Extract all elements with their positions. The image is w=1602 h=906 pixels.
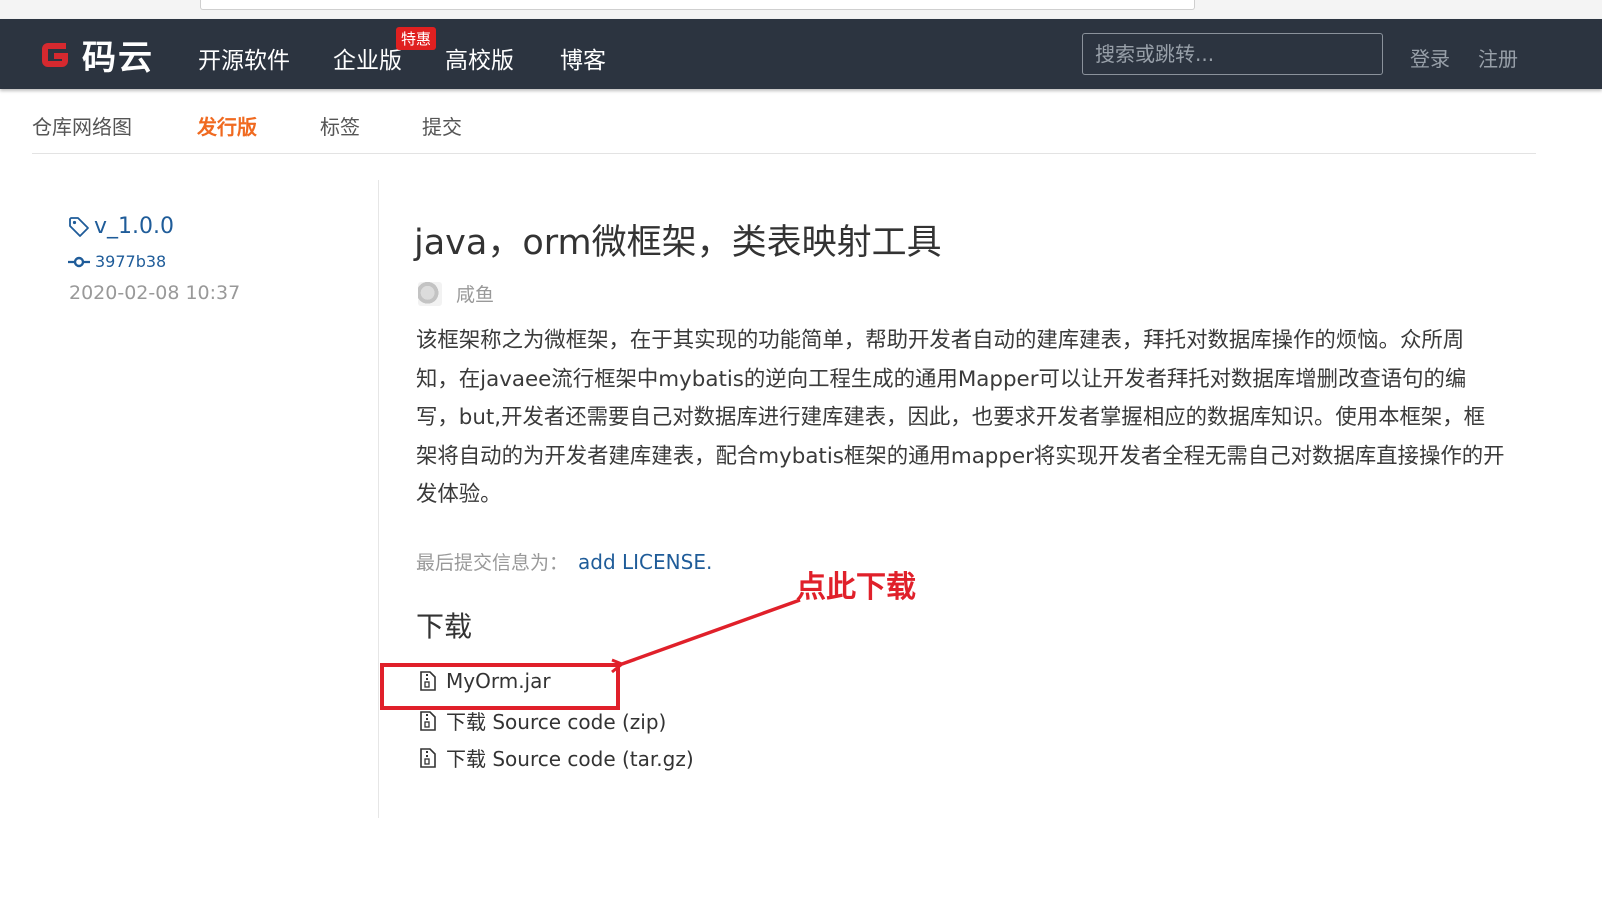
tab-commits[interactable]: 提交: [422, 111, 462, 140]
file-zip-icon: [420, 747, 436, 768]
browser-strip: [0, 0, 1602, 19]
brand-name: 码云: [82, 37, 154, 78]
release-tag[interactable]: v_1.0.0: [68, 214, 174, 239]
release-date: 2020-02-08 10:37: [69, 282, 241, 304]
tag-name: v_1.0.0: [94, 214, 174, 239]
downloads-heading: 下载: [416, 610, 473, 643]
address-bar[interactable]: [200, 0, 1195, 10]
site-logo[interactable]: 码云: [36, 33, 154, 78]
download-label: 下载 Source code (zip): [446, 710, 667, 734]
commit-hash: 3977b38: [95, 252, 167, 271]
download-source-zip[interactable]: 下载 Source code (zip): [420, 706, 666, 735]
release-author[interactable]: 咸鱼: [418, 280, 494, 307]
release-title: java，orm微框架，类表映射工具: [414, 223, 942, 263]
last-commit-label: 最后提交信息为：: [416, 552, 569, 574]
top-navbar: 码云 开源软件 企业版 高校版 博客 特惠 登录 注册: [0, 19, 1602, 89]
column-divider: [378, 180, 379, 818]
tab-network-graph[interactable]: 仓库网络图: [32, 111, 132, 140]
avatar: [418, 281, 442, 306]
release-commit[interactable]: 3977b38: [68, 252, 166, 271]
nav-blog[interactable]: 博客: [560, 41, 606, 75]
tab-tags[interactable]: 标签: [320, 111, 360, 140]
commit-icon: [68, 256, 90, 267]
annotation-label: 点此下载: [796, 570, 916, 605]
tag-icon: [69, 216, 89, 237]
register-link[interactable]: 注册: [1478, 43, 1518, 72]
last-commit-info: 最后提交信息为： add LICENSE.: [416, 548, 712, 575]
nav-open-source[interactable]: 开源软件: [198, 41, 290, 75]
download-source-targz[interactable]: 下载 Source code (tar.gz): [420, 743, 694, 772]
last-commit-link[interactable]: add LICENSE.: [578, 550, 712, 574]
promo-badge: 特惠: [396, 27, 437, 50]
login-link[interactable]: 登录: [1410, 43, 1450, 72]
tab-releases[interactable]: 发行版: [197, 111, 257, 140]
gitee-logo-icon: [36, 35, 74, 73]
download-label: 下载 Source code (tar.gz): [446, 747, 694, 771]
nav-enterprise[interactable]: 企业版: [333, 41, 402, 75]
nav-education[interactable]: 高校版: [445, 41, 514, 75]
release-description: 该框架称之为微框架，在于其实现的功能简单，帮助开发者自动的建库建表，拜托对数据库…: [416, 328, 1505, 507]
file-zip-icon: [420, 710, 436, 731]
author-name: 咸鱼: [456, 284, 495, 306]
annotation-highlight-box: [380, 663, 620, 710]
search-input[interactable]: [1082, 33, 1383, 75]
repo-subnav: 仓库网络图 发行版 标签 提交: [32, 89, 1536, 154]
